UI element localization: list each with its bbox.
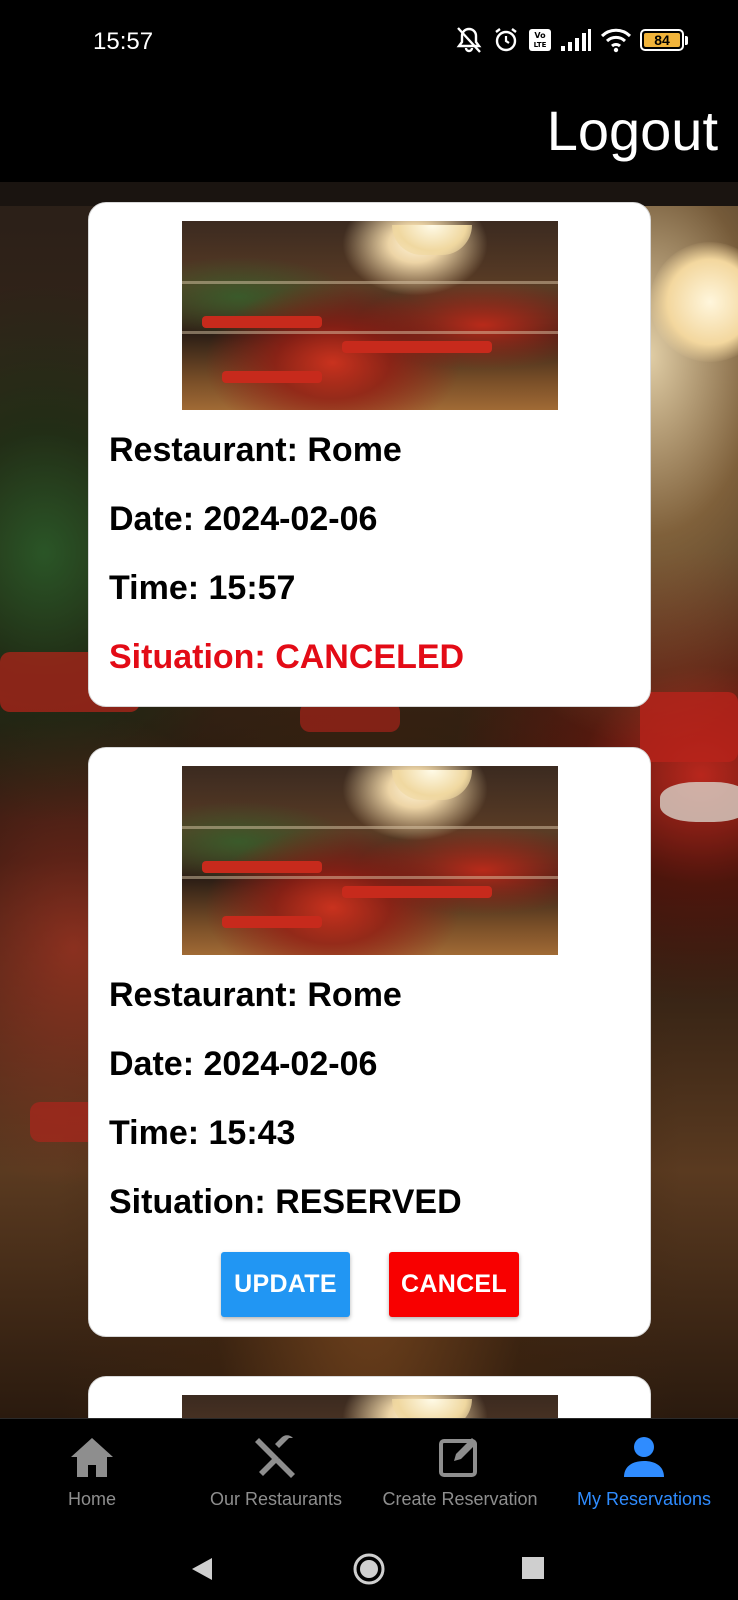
- back-icon[interactable]: [190, 1556, 214, 1582]
- tab-label: Our Restaurants: [209, 1489, 343, 1509]
- status-icons: Vo LTE 84: [454, 26, 688, 54]
- edit-icon: [439, 1438, 477, 1477]
- reservation-time: Time: 15:43: [109, 1114, 296, 1152]
- restaurant-name: Restaurant: Rome: [109, 976, 402, 1014]
- logout-button[interactable]: Logout: [547, 98, 718, 163]
- restaurant-name: Restaurant: Rome: [109, 431, 402, 469]
- volte-icon: Vo LTE: [529, 29, 551, 51]
- wifi-icon: [600, 28, 632, 53]
- tab-home[interactable]: Home: [0, 1419, 184, 1535]
- tab-label: My Reservations: [576, 1489, 712, 1509]
- tab-label: Create Reservation: [382, 1489, 538, 1509]
- signal-icon: [561, 29, 591, 51]
- svg-text:Vo: Vo: [534, 31, 546, 40]
- tab-create-reservation[interactable]: Create Reservation: [368, 1419, 552, 1535]
- restaurant-image: [182, 766, 558, 955]
- alarm-icon: [495, 28, 517, 52]
- reservation-card: Restaurant: Rome Date: 2024-02-06 Time: …: [88, 202, 651, 707]
- battery-icon: 84: [640, 29, 688, 51]
- tab-my-reservations[interactable]: My Reservations: [552, 1419, 736, 1535]
- tab-our-restaurants[interactable]: Our Restaurants: [184, 1419, 368, 1535]
- reservation-time: Time: 15:57: [109, 569, 296, 607]
- system-nav-bar: [0, 1534, 738, 1600]
- app-header: Logout: [0, 86, 738, 182]
- battery-level: 84: [644, 32, 680, 48]
- mute-bell-icon: [456, 27, 482, 53]
- tab-label: Home: [67, 1489, 116, 1509]
- status-time: 15:57: [93, 28, 154, 55]
- user-icon: [624, 1437, 664, 1477]
- home-circle-icon[interactable]: [352, 1552, 386, 1586]
- svg-text:LTE: LTE: [534, 41, 547, 49]
- reservation-situation: Situation: RESERVED: [109, 1183, 462, 1221]
- bottom-tab-bar: Home Our Restaurants Create Reservation: [0, 1418, 738, 1534]
- reservation-card: Restaurant: Rome Date: 2024-02-06 Time: …: [88, 747, 651, 1337]
- update-button[interactable]: UPDATE: [221, 1252, 350, 1317]
- utensils-icon: [255, 1435, 295, 1478]
- status-bar: 15:57 Vo LTE 84: [0, 0, 738, 86]
- restaurant-image: [182, 221, 558, 410]
- reservation-situation: Situation: CANCELED: [109, 638, 465, 676]
- home-icon: [71, 1438, 113, 1477]
- recents-icon[interactable]: [521, 1556, 545, 1580]
- reservation-date: Date: 2024-02-06: [109, 1045, 378, 1083]
- cancel-button[interactable]: CANCEL: [389, 1252, 519, 1317]
- reservation-date: Date: 2024-02-06: [109, 500, 378, 538]
